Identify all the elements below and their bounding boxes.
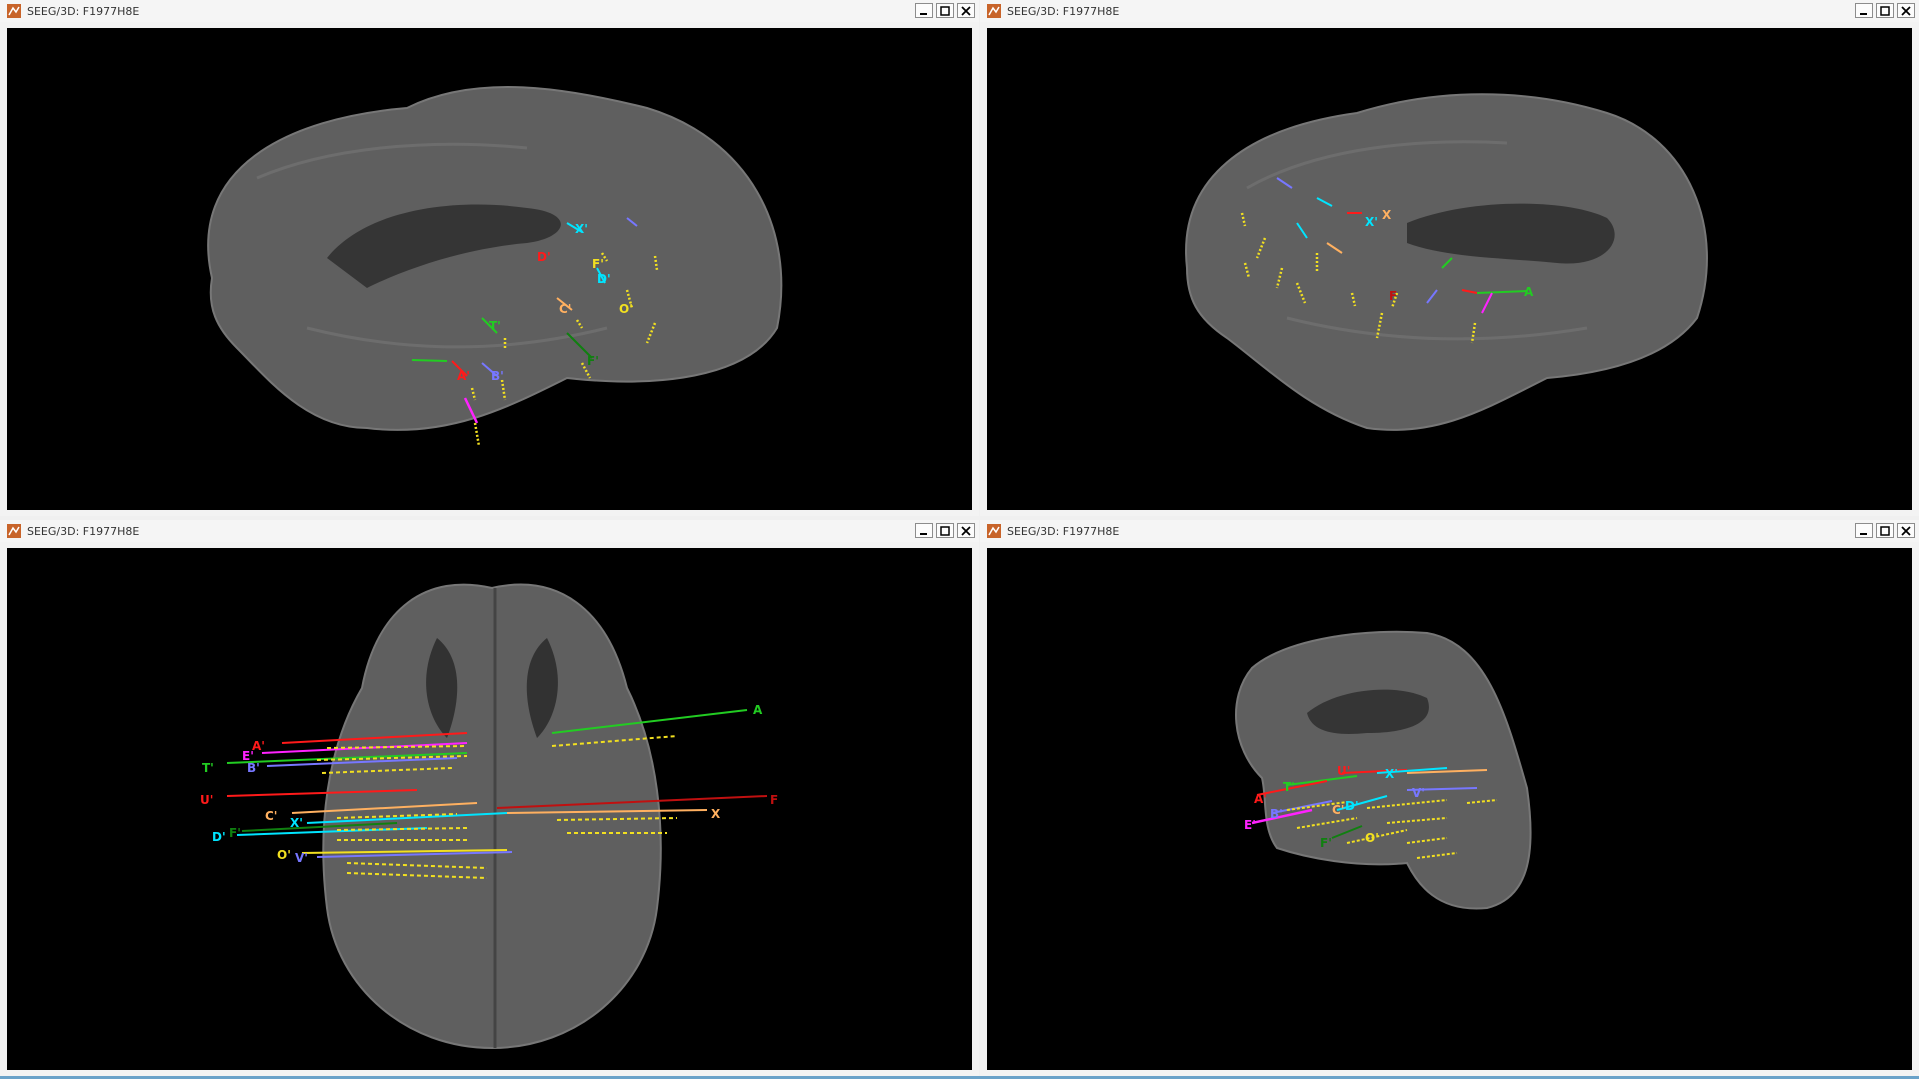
maximize-icon [940, 525, 950, 536]
label-f-prime: F' [1320, 836, 1332, 850]
brain-render-1: X' D' F' D' C' O' T' A' B' F' [207, 86, 783, 447]
maximize-button[interactable] [936, 3, 954, 18]
minimize-icon [1860, 12, 1867, 15]
electrode-shaft [411, 359, 448, 362]
3d-viewport-sagittal-right[interactable]: X X' F A [987, 28, 1912, 510]
label-a: A [1524, 285, 1534, 299]
label-d-prime: D' [1345, 799, 1359, 813]
3d-viewport-sagittal-left[interactable]: X' D' F' D' C' O' T' A' B' F' [7, 28, 972, 510]
window-1-titlebar[interactable]: SEEG/3D: F1977H8E [0, 0, 979, 22]
maximize-button[interactable] [1876, 3, 1894, 18]
maximize-icon [1880, 525, 1890, 536]
label-o-prime: O' [1365, 831, 1379, 845]
seeg-3d-window-4: SEEG/3D: F1977H8E U' X' T' V' A' B' C' D… [980, 520, 1919, 1076]
label-c-prime: C' [559, 302, 571, 316]
maximize-icon [1880, 5, 1890, 16]
label-t-prime: T' [489, 319, 501, 333]
minimize-button[interactable] [915, 3, 933, 18]
matlab-icon [987, 4, 1001, 18]
close-icon [1901, 5, 1911, 16]
label-b-prime: B' [247, 761, 260, 775]
seeg-3d-window-2: SEEG/3D: F1977H8E X X' F A [980, 0, 1919, 516]
label-d-red: D' [537, 250, 551, 264]
label-x-prime: X' [575, 222, 588, 236]
window-4-titlebar[interactable]: SEEG/3D: F1977H8E [980, 520, 1919, 542]
brain-render-4: U' X' T' V' A' B' C' D' E' F' O' [1235, 630, 1532, 910]
electrode-contacts [473, 422, 481, 447]
label-x-prime: X' [1385, 767, 1398, 781]
maximize-icon [940, 5, 950, 16]
minimize-button[interactable] [1855, 523, 1873, 538]
3d-viewport-oblique[interactable]: U' X' T' V' A' B' C' D' E' F' O' [987, 548, 1912, 1070]
minimize-icon [920, 532, 927, 535]
label-c-prime: C' [1332, 803, 1344, 817]
brain-render-2: X X' F A [1185, 93, 1708, 431]
label-d-prime: D' [212, 830, 226, 844]
label-t-prime: T' [202, 761, 214, 775]
label-b-prime: B' [1270, 807, 1283, 821]
label-f-prime: F' [229, 826, 241, 840]
window-1-title: SEEG/3D: F1977H8E [27, 4, 140, 18]
label-a-prime: A' [457, 369, 470, 383]
3d-viewport-axial[interactable]: A A' E' T' B' U' C' X' F' D' O' V' X F [7, 548, 972, 1070]
label-f: F [770, 793, 778, 807]
close-icon [961, 5, 971, 16]
close-button[interactable] [1897, 3, 1915, 18]
label-c-prime: C' [265, 809, 277, 823]
label-a-prime: A' [1254, 792, 1267, 806]
matlab-icon [7, 4, 21, 18]
seeg-3d-window-1: SEEG/3D: F1977H8E X' D' F' D' C' O' T' A… [0, 0, 979, 516]
window-4-title: SEEG/3D: F1977H8E [1007, 524, 1120, 538]
label-u-prime: U' [200, 793, 213, 807]
label-x-prime: X' [1365, 215, 1378, 229]
label-o-prime: O' [277, 848, 291, 862]
close-button[interactable] [957, 523, 975, 538]
window-3-title: SEEG/3D: F1977H8E [27, 524, 140, 538]
label-x-prime: X' [290, 816, 303, 830]
close-icon [1901, 525, 1911, 536]
seeg-3d-window-3: SEEG/3D: F1977H8E A A' E' T' B' U' C' X'… [0, 520, 979, 1076]
matlab-icon [987, 524, 1001, 538]
brain-render-3: A A' E' T' B' U' C' X' F' D' O' V' X F [200, 583, 778, 1050]
close-button[interactable] [957, 3, 975, 18]
label-t-prime: T' [1283, 780, 1295, 794]
label-o-prime: O' [619, 302, 633, 316]
label-a-top: A [753, 703, 763, 717]
label-f-yellow: F' [592, 257, 604, 271]
matlab-icon [7, 524, 21, 538]
label-f-green: F' [587, 354, 599, 368]
close-button[interactable] [1897, 523, 1915, 538]
label-v-prime: V' [1412, 786, 1425, 800]
label-u-prime: U' [1337, 764, 1350, 778]
close-icon [961, 525, 971, 536]
minimize-icon [920, 12, 927, 15]
window-2-titlebar[interactable]: SEEG/3D: F1977H8E [980, 0, 1919, 22]
label-f-dark: F [1389, 289, 1397, 303]
label-v-prime: V' [295, 851, 308, 865]
window-2-title: SEEG/3D: F1977H8E [1007, 4, 1120, 18]
maximize-button[interactable] [936, 523, 954, 538]
label-x: X [1382, 208, 1392, 222]
minimize-icon [1860, 532, 1867, 535]
window-3-titlebar[interactable]: SEEG/3D: F1977H8E [0, 520, 979, 542]
minimize-button[interactable] [915, 523, 933, 538]
label-x: X [711, 807, 721, 821]
label-b-prime: B' [491, 369, 504, 383]
maximize-button[interactable] [1876, 523, 1894, 538]
label-e-prime: E' [1244, 818, 1256, 832]
minimize-button[interactable] [1855, 3, 1873, 18]
label-d-prime: D' [597, 272, 611, 286]
label-a-prime: A' [252, 739, 265, 753]
